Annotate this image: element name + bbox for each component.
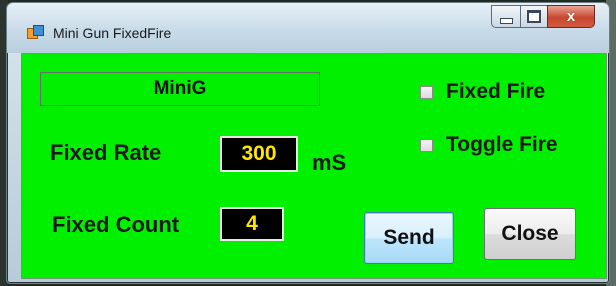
fixed-count-label: Fixed Count [52,212,180,237]
close-window-button[interactable]: x [547,5,595,28]
fixed-count-input[interactable]: 4 [220,207,284,241]
fixed-rate-label: Fixed Rate [50,140,162,165]
minimize-button[interactable] [491,5,520,28]
maximize-icon [527,10,541,23]
fixed-rate-input[interactable]: 300 [220,136,298,172]
fixed-fire-label: Fixed Fire [446,80,546,103]
minimize-icon [499,17,513,24]
app-form-icon [27,25,44,39]
close-button[interactable]: Close [484,208,576,260]
maximize-button[interactable] [520,5,547,28]
caption-buttons: x [491,5,595,29]
fixed-rate-unit: mS [312,150,347,175]
fixed-fire-checkbox[interactable] [420,85,433,99]
fixed-fire-checkbox-row[interactable]: Fixed Fire [420,80,545,104]
window-title: Mini Gun FixedFire [53,25,172,41]
toggle-fire-checkbox[interactable] [420,138,433,152]
toggle-fire-label: Toggle Fire [446,133,558,156]
form-client-area: MiniG Fixed Rate 300 mS Fixed Count 4 Fi… [21,53,607,279]
app-window: Mini Gun FixedFire x MiniG Fixed Rate 30… [6,2,610,284]
toggle-fire-checkbox-row[interactable]: Toggle Fire [420,133,558,157]
title-bar[interactable]: Mini Gun FixedFire x [7,3,609,53]
device-name-label: MiniG [40,72,320,106]
close-icon: x [566,8,576,25]
send-button[interactable]: Send [364,212,454,264]
